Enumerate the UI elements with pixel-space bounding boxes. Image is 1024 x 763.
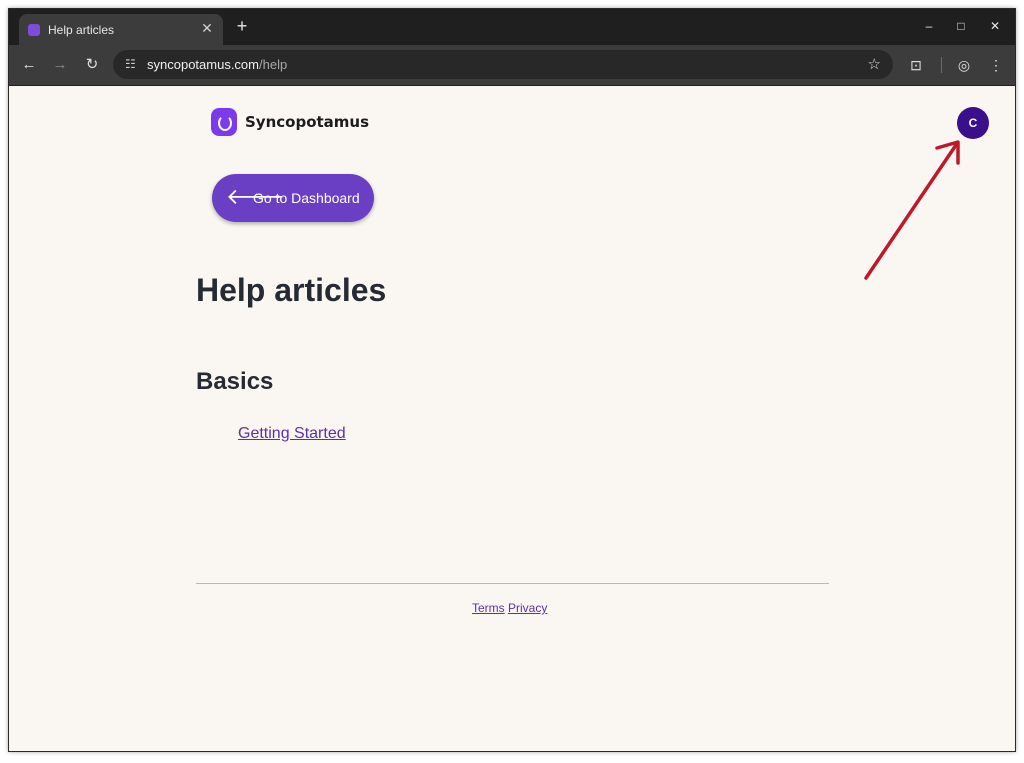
section-title-basics: Basics	[196, 368, 274, 395]
reload-icon[interactable]: ↻	[83, 56, 101, 74]
close-window-icon[interactable]: ✕	[987, 19, 1003, 33]
tab-search-icon[interactable]: ⊡	[906, 55, 926, 75]
minimize-icon[interactable]: –	[921, 19, 937, 33]
tab-bar: Help articles ✕ + – □ ✕	[9, 9, 1015, 45]
bookmark-star-icon[interactable]: ☆	[868, 55, 881, 73]
privacy-link[interactable]: Privacy	[508, 601, 547, 615]
terms-link[interactable]: Terms	[472, 601, 505, 615]
page-title: Help articles	[196, 272, 387, 308]
browser-window: Help articles ✕ + – □ ✕ ← → ↻ ☷ syncopot…	[8, 8, 1016, 752]
logo-text: Syncopotamus	[245, 113, 370, 131]
tab-title: Help articles	[48, 23, 115, 37]
article-link-getting-started[interactable]: Getting Started	[238, 425, 346, 443]
url-text: syncopotamus.com/help	[147, 57, 288, 72]
new-tab-button[interactable]: +	[233, 17, 251, 35]
browser-toolbar: ← → ↻ ☷ syncopotamus.com/help ☆ ⊡ ◎ ⋮	[9, 45, 1015, 86]
dashboard-button-label: Go to Dashboard	[253, 190, 360, 206]
maximize-icon[interactable]: □	[953, 19, 969, 33]
user-avatar[interactable]: C	[957, 107, 989, 139]
back-icon[interactable]: ←	[20, 56, 38, 74]
toolbar-divider	[941, 57, 942, 73]
close-tab-icon[interactable]: ✕	[199, 20, 215, 36]
tab-help-articles[interactable]: Help articles ✕	[19, 14, 223, 45]
address-bar[interactable]: ☷ syncopotamus.com/help ☆	[113, 50, 893, 79]
menu-kebab-icon[interactable]: ⋮	[986, 55, 1006, 75]
site-info-icon[interactable]: ☷	[125, 57, 139, 71]
profile-icon[interactable]: ◎	[954, 55, 974, 75]
go-to-dashboard-button[interactable]: 🡐 Go to Dashboard	[212, 174, 374, 222]
footer-links: Terms Privacy	[472, 601, 547, 615]
forward-icon[interactable]: →	[51, 56, 69, 74]
syncopotamus-logo-icon	[211, 108, 237, 136]
footer-divider	[196, 583, 829, 584]
page-content: Syncopotamus C 🡐 Go to Dashboard Help ar…	[9, 86, 1015, 752]
site-logo[interactable]: Syncopotamus	[211, 108, 369, 136]
site-favicon-icon	[28, 24, 40, 36]
